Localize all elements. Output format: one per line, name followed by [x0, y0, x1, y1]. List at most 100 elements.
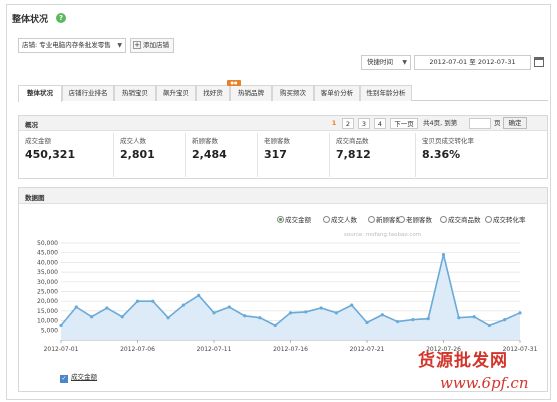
data-point — [487, 323, 491, 328]
overview-header: 概况 1 2 3 4 下一页 共4页, 到第 页 确定 — [19, 116, 547, 131]
tab-shop-rank[interactable]: 店铺行业排名 — [62, 85, 114, 101]
data-point — [518, 311, 522, 315]
page-1[interactable]: 1 — [329, 118, 339, 129]
data-point — [503, 318, 507, 322]
x-tick-label: 2012-07-01 — [44, 346, 79, 353]
add-shop-button[interactable]: + 添加店铺 — [130, 38, 174, 53]
metric-value: 450,321 — [25, 148, 76, 161]
metric-sales-amount: 成交金额 450,321 — [19, 133, 113, 177]
metric-items-sold: 成交商品数 7,812 — [329, 133, 415, 177]
chevron-down-icon: ▼ — [402, 59, 407, 66]
plus-icon: + — [133, 41, 141, 49]
metric-value: 317 — [264, 148, 287, 161]
data-point — [380, 313, 384, 317]
data-point — [426, 317, 430, 321]
data-point — [411, 318, 415, 322]
page-number-input[interactable] — [469, 118, 491, 129]
watermark-text: 货源批发网 — [418, 351, 508, 371]
new-badge: ●● — [227, 80, 241, 86]
tab-bar: 整体状况 店铺行业排名 热销宝贝 飙升宝贝 找好货 热销品牌 购买频次 客单价分… — [18, 85, 548, 102]
metric-returning-customers: 老顾客数 317 — [257, 133, 329, 177]
next-page-button[interactable]: 下一页 — [390, 118, 418, 129]
metric-value: 7,812 — [336, 148, 371, 161]
y-tick-label: 15,000 — [37, 308, 58, 315]
data-point — [472, 315, 476, 319]
metric-label: 老顾客数 — [264, 137, 290, 145]
metric-label: 成交人数 — [120, 137, 146, 145]
metric-label: 新顾客数 — [192, 137, 218, 145]
data-point — [90, 315, 94, 319]
x-tick-label: 2012-07-16 — [273, 346, 308, 353]
y-tick-label: 10,000 — [37, 318, 58, 325]
data-point — [243, 314, 247, 318]
page-suffix: 页 — [494, 119, 501, 127]
metric-conversion-rate: 宝贝页成交转化率 8.36% — [415, 133, 547, 177]
data-point — [227, 305, 231, 309]
tab-price-analysis[interactable]: 客单价分析 — [314, 85, 360, 101]
data-point — [258, 316, 262, 320]
tab-overall[interactable]: 整体状况 — [18, 85, 62, 102]
data-point — [365, 320, 369, 325]
page-3[interactable]: 3 — [358, 118, 370, 129]
data-point — [304, 310, 308, 314]
date-range-input[interactable]: 2012-07-01 至 2012-07-31 — [414, 55, 531, 70]
y-tick-label: 40,000 — [37, 259, 58, 266]
page-4[interactable]: 4 — [374, 118, 386, 129]
data-point — [212, 311, 216, 315]
add-shop-label: 添加店铺 — [143, 41, 169, 49]
overview-title: 概况 — [25, 121, 38, 129]
metric-value: 2,801 — [120, 148, 155, 161]
chart-legend[interactable]: ✓ 成交金额 — [60, 371, 97, 383]
metric-label: 成交商品数 — [336, 137, 369, 145]
data-point — [166, 316, 170, 320]
series-area — [61, 254, 520, 340]
y-tick-label: 45,000 — [37, 250, 58, 257]
data-point — [197, 293, 201, 297]
data-point — [105, 306, 109, 310]
data-point — [319, 306, 323, 310]
y-tick-label: 20,000 — [37, 298, 58, 305]
data-point — [135, 299, 140, 303]
quick-time-select[interactable]: 快捷时间 ▼ — [361, 55, 411, 70]
sales-area-chart: 5,000 10,000 15,000 20,000 25,000 30,000 35,00… — [37, 240, 538, 353]
page-total-text: 共4页, 到第 — [423, 119, 458, 127]
shop-select[interactable]: 店铺: 专业电脑内存条批发零售 ▼ — [18, 38, 126, 53]
quick-time-value: 快捷时间 — [367, 58, 393, 66]
watermark-url: www.6pf.cn — [440, 374, 529, 392]
data-point — [441, 253, 446, 257]
tab-purchase-frequency[interactable]: 购买频次 — [272, 85, 314, 101]
y-tick-label: 30,000 — [37, 279, 58, 286]
overview-panel: 概况 1 2 3 4 下一页 共4页, 到第 页 确定 成交金额 450,321… — [18, 115, 548, 179]
help-icon[interactable]: ? — [56, 13, 66, 23]
data-point — [181, 303, 185, 307]
legend-label: 成交金额 — [71, 373, 97, 381]
page-2[interactable]: 2 — [342, 118, 354, 129]
data-point — [59, 323, 63, 328]
tab-hot-items[interactable]: 热销宝贝 — [114, 85, 156, 101]
calendar-icon[interactable] — [534, 57, 544, 67]
data-point — [151, 299, 155, 303]
metric-value: 8.36% — [422, 148, 461, 161]
metric-value: 2,484 — [192, 148, 227, 161]
confirm-button[interactable]: 确定 — [503, 117, 527, 129]
checkbox-checked-icon: ✓ — [60, 375, 68, 383]
data-point — [120, 315, 124, 319]
metric-buyers: 成交人数 2,801 — [113, 133, 185, 177]
chevron-down-icon: ▼ — [117, 42, 122, 49]
data-point — [396, 319, 400, 324]
x-tick-label: 2012-07-11 — [197, 346, 232, 353]
tab-find-goods[interactable]: 找好货 — [196, 85, 230, 101]
tab-hot-brands[interactable]: 热销品牌 — [230, 85, 272, 101]
data-point — [334, 311, 338, 315]
y-tick-label: 5,000 — [41, 327, 58, 334]
data-point — [288, 311, 293, 315]
data-point — [273, 323, 277, 328]
metric-label: 成交金额 — [25, 137, 51, 145]
y-tick-label: 25,000 — [37, 289, 58, 296]
y-tick-label: 35,000 — [37, 269, 58, 276]
y-tick-label: 50,000 — [37, 240, 58, 247]
tab-rising-items[interactable]: 飙升宝贝 — [156, 85, 196, 101]
x-tick-label: 2012-07-21 — [350, 346, 385, 353]
tab-gender-age[interactable]: 性别年龄分析 — [360, 85, 412, 101]
metric-new-customers: 新顾客数 2,484 — [185, 133, 257, 177]
